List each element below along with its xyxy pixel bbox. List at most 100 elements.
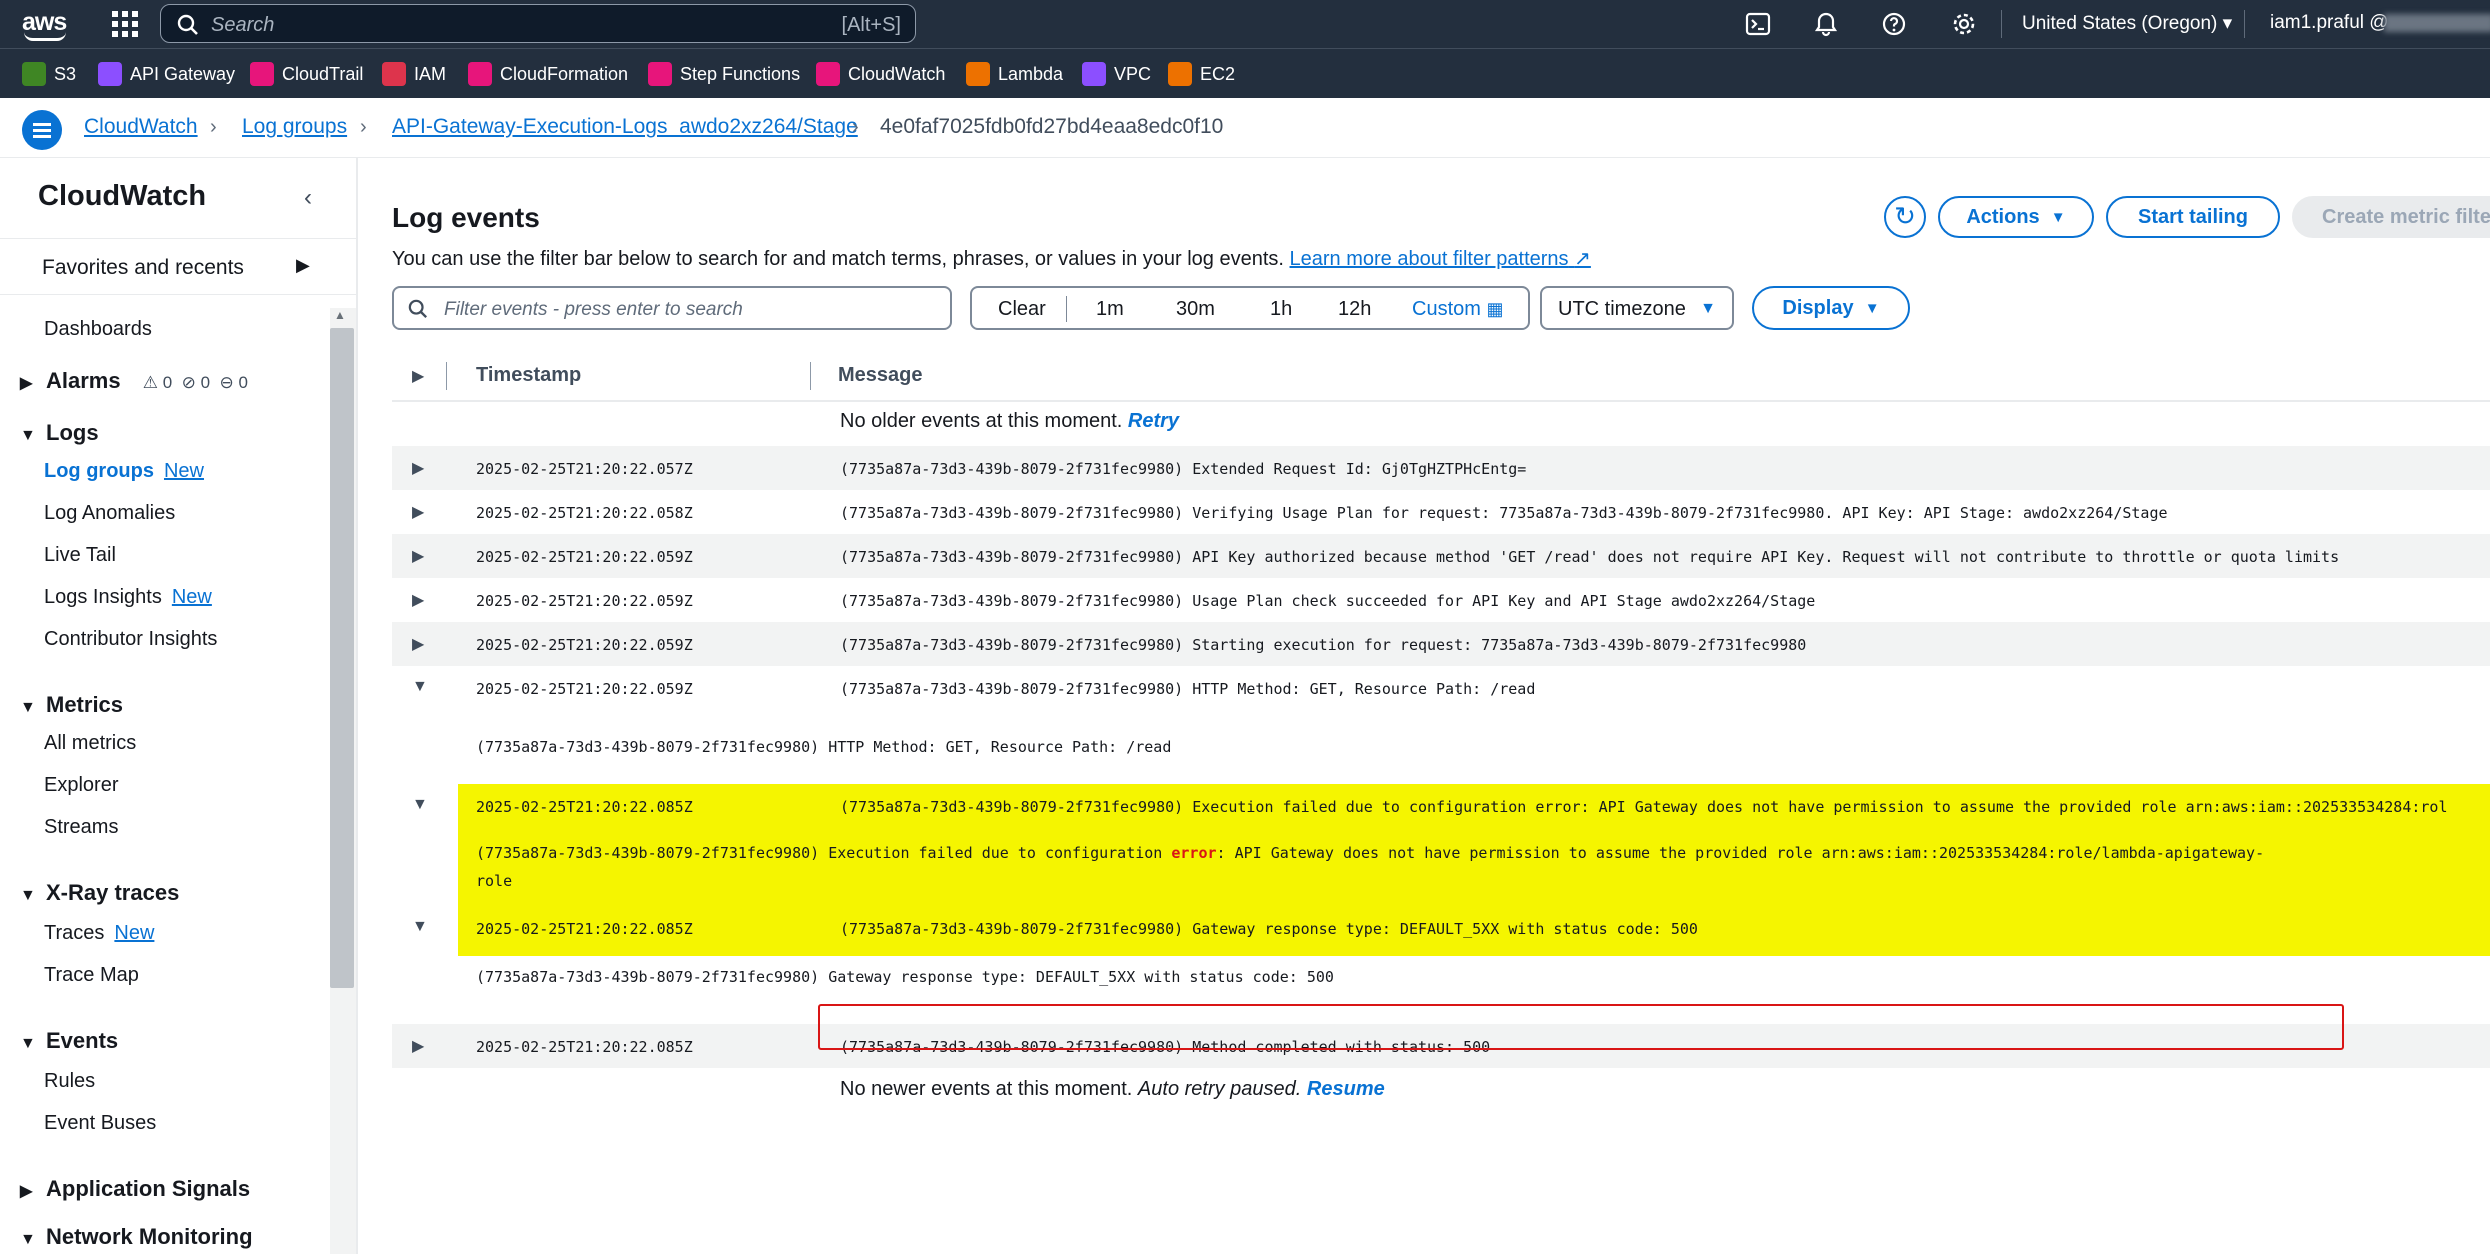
sidebar-section-events[interactable]: ▼ Events — [20, 1028, 118, 1054]
table-row[interactable]: ▶ 2025-02-25T21:20:22.059Z (7735a87a-73d3-… — [392, 578, 2490, 622]
chevron-right-icon: › — [210, 116, 217, 138]
fav-cloudwatch[interactable]: CloudWatch — [816, 61, 945, 87]
time-custom[interactable]: Custom ▦ — [1412, 298, 1503, 321]
time-1h[interactable]: 1h — [1270, 298, 1292, 321]
sidebar-favorites[interactable]: Favorites and recents — [42, 256, 244, 280]
help-icon[interactable] — [1880, 10, 1908, 38]
time-30m[interactable]: 30m — [1176, 298, 1215, 321]
actions-button[interactable]: Actions ▼ — [1938, 196, 2094, 238]
table-row[interactable]: ▶ 2025-02-25T21:20:22.058Z (7735a87a-73d3-… — [392, 490, 2490, 534]
sidebar-item-trace-map[interactable]: Trace Map — [44, 964, 139, 987]
table-row[interactable]: ▶ 2025-02-25T21:20:22.057Z (7735a87a-73d3-… — [392, 446, 2490, 490]
fav-ec2[interactable]: EC2 — [1168, 61, 1235, 87]
fav-cloudformation[interactable]: CloudFormation — [468, 61, 628, 87]
caret-down-icon[interactable]: ▼ — [412, 918, 428, 936]
chevron-right-icon: › — [852, 116, 859, 138]
sidebar-item-rules[interactable]: Rules — [44, 1070, 95, 1093]
column-header-message[interactable]: Message — [838, 364, 923, 387]
create-metric-filter-button[interactable]: Create metric filte — [2292, 196, 2490, 238]
search-icon — [177, 14, 198, 35]
caret-right-icon[interactable]: ▶ — [412, 546, 424, 566]
sidebar-section-xray[interactable]: ▼ X-Ray traces — [20, 880, 179, 906]
search-input[interactable]: Search [Alt+S] — [160, 4, 916, 43]
table-row-expanded-error[interactable]: ▼ 2025-02-25T21:20:22.085Z (7735a87a-73d3-… — [392, 784, 2490, 828]
fav-s3[interactable]: S3 — [22, 61, 76, 87]
older-events-note: No older events at this moment. Retry — [840, 410, 1180, 432]
sidebar-item-log-groups[interactable]: Log groups New — [44, 460, 204, 483]
caret-down-icon[interactable]: ▼ — [412, 796, 428, 814]
chevron-right-icon: › — [360, 116, 367, 138]
caret-right-icon[interactable]: ▶ — [412, 502, 424, 522]
region-selector[interactable]: United States (Oregon) ▾ — [2022, 12, 2232, 35]
caret-right-icon[interactable]: ▶ — [296, 255, 310, 276]
caret-down-icon[interactable]: ▼ — [412, 678, 428, 696]
caret-right-icon[interactable]: ▶ — [412, 634, 424, 654]
caret-right-icon: ▶ — [20, 1183, 33, 1200]
sidebar-item-log-anomalies[interactable]: Log Anomalies — [44, 502, 175, 525]
sidebar-section-network-monitoring[interactable]: ▼ Network Monitoring — [20, 1224, 253, 1250]
breadcrumb-log-stream: 4e0faf7025fdb0fd27bd4eaa8edc0f10 — [880, 115, 1224, 138]
new-badge: New — [114, 922, 155, 944]
refresh-button[interactable]: ↻ — [1884, 196, 1926, 238]
table-row-expanded[interactable]: ▼ 2025-02-25T21:20:22.059Z (7735a87a-73d3-… — [392, 666, 2490, 710]
sidebar-section-application-signals[interactable]: ▶ Application Signals — [20, 1176, 250, 1202]
sidebar-item-live-tail[interactable]: Live Tail — [44, 544, 116, 567]
sidebar-item-event-buses[interactable]: Event Buses — [44, 1112, 156, 1135]
fav-lambda[interactable]: Lambda — [966, 61, 1063, 87]
breadcrumb-log-group[interactable]: API-Gateway-Execution-Logs_awdo2xz264/St… — [392, 115, 858, 139]
sidebar-item-contributor-insights[interactable]: Contributor Insights — [44, 628, 217, 651]
lambda-icon — [966, 62, 990, 86]
fav-step-functions[interactable]: Step Functions — [648, 61, 800, 87]
fav-cloudtrail[interactable]: CloudTrail — [250, 61, 363, 87]
sidebar-item-all-metrics[interactable]: All metrics — [44, 732, 136, 755]
cloudshell-icon[interactable] — [1744, 10, 1772, 38]
sidebar-item-explorer[interactable]: Explorer — [44, 774, 118, 797]
column-header-timestamp[interactable]: Timestamp — [476, 364, 581, 387]
time-clear-button[interactable]: Clear — [998, 298, 1046, 321]
divider — [2244, 10, 2245, 38]
retry-link[interactable]: Retry — [1128, 410, 1179, 432]
sidebar-item-traces[interactable]: Traces New — [44, 922, 154, 945]
divider — [1066, 296, 1067, 322]
sidebar-scrollbar-thumb[interactable] — [330, 328, 354, 988]
services-menu-icon[interactable] — [112, 11, 138, 37]
timezone-select[interactable]: UTC timezone ▼ — [1540, 286, 1734, 330]
favorites-bar: S3 API Gateway CloudTrail IAM CloudForma… — [0, 48, 2490, 98]
sidebar-item-logs-insights[interactable]: Logs Insights New — [44, 586, 212, 609]
display-button[interactable]: Display ▼ — [1752, 286, 1910, 330]
expand-all-icon[interactable]: ▶ — [412, 366, 424, 386]
scroll-up-icon[interactable]: ▲ — [334, 308, 346, 322]
sidebar-item-dashboards[interactable]: Dashboards — [44, 318, 152, 341]
breadcrumb-log-groups[interactable]: Log groups — [242, 115, 347, 139]
sidebar-section-alarms[interactable]: ▶ Alarms ⚠ 0 ⊘ 0 ⊖ 0 — [20, 368, 248, 394]
learn-more-link[interactable]: Learn more about filter patterns ↗ — [1290, 248, 1591, 270]
aws-logo[interactable]: aws — [22, 6, 72, 42]
table-row-expanded[interactable]: ▼ 2025-02-25T21:20:22.085Z (7735a87a-73d3-… — [392, 906, 2490, 950]
resume-link[interactable]: Resume — [1307, 1078, 1385, 1100]
account-menu[interactable]: iam1.praful @ — [2270, 12, 2389, 34]
time-12h[interactable]: 12h — [1338, 298, 1371, 321]
fav-api-gateway[interactable]: API Gateway — [98, 61, 235, 87]
time-range-selector: Clear 1m 30m 1h 12h Custom ▦ — [970, 286, 1530, 330]
sidebar-item-streams[interactable]: Streams — [44, 816, 118, 839]
fav-iam[interactable]: IAM — [382, 61, 446, 87]
table-row[interactable]: ▶ 2025-02-25T21:20:22.059Z (7735a87a-73d3-… — [392, 622, 2490, 666]
filter-events-input[interactable]: Filter events - press enter to search — [392, 286, 952, 330]
start-tailing-button[interactable]: Start tailing — [2106, 196, 2280, 238]
sidebar-section-logs[interactable]: ▼ Logs — [20, 420, 99, 446]
external-link-icon: ↗ — [1574, 248, 1591, 270]
row-detail-text: (7735a87a-73d3-439b-8079-2f731fec9980) E… — [476, 844, 2265, 862]
chevron-left-icon[interactable]: ‹ — [304, 184, 312, 212]
caret-right-icon[interactable]: ▶ — [412, 590, 424, 610]
breadcrumb-cloudwatch[interactable]: CloudWatch — [84, 115, 198, 139]
sidebar-section-metrics[interactable]: ▼ Metrics — [20, 692, 123, 718]
caret-right-icon[interactable]: ▶ — [412, 458, 424, 478]
fav-vpc[interactable]: VPC — [1082, 61, 1151, 87]
menu-icon[interactable] — [22, 110, 62, 150]
caret-right-icon[interactable]: ▶ — [412, 1036, 424, 1056]
table-row[interactable]: ▶ 2025-02-25T21:20:22.059Z (7735a87a-73d3-… — [392, 534, 2490, 578]
bell-icon[interactable] — [1812, 10, 1840, 38]
settings-icon[interactable] — [1950, 10, 1978, 38]
time-1m[interactable]: 1m — [1096, 298, 1124, 321]
column-resizer[interactable] — [810, 362, 811, 390]
